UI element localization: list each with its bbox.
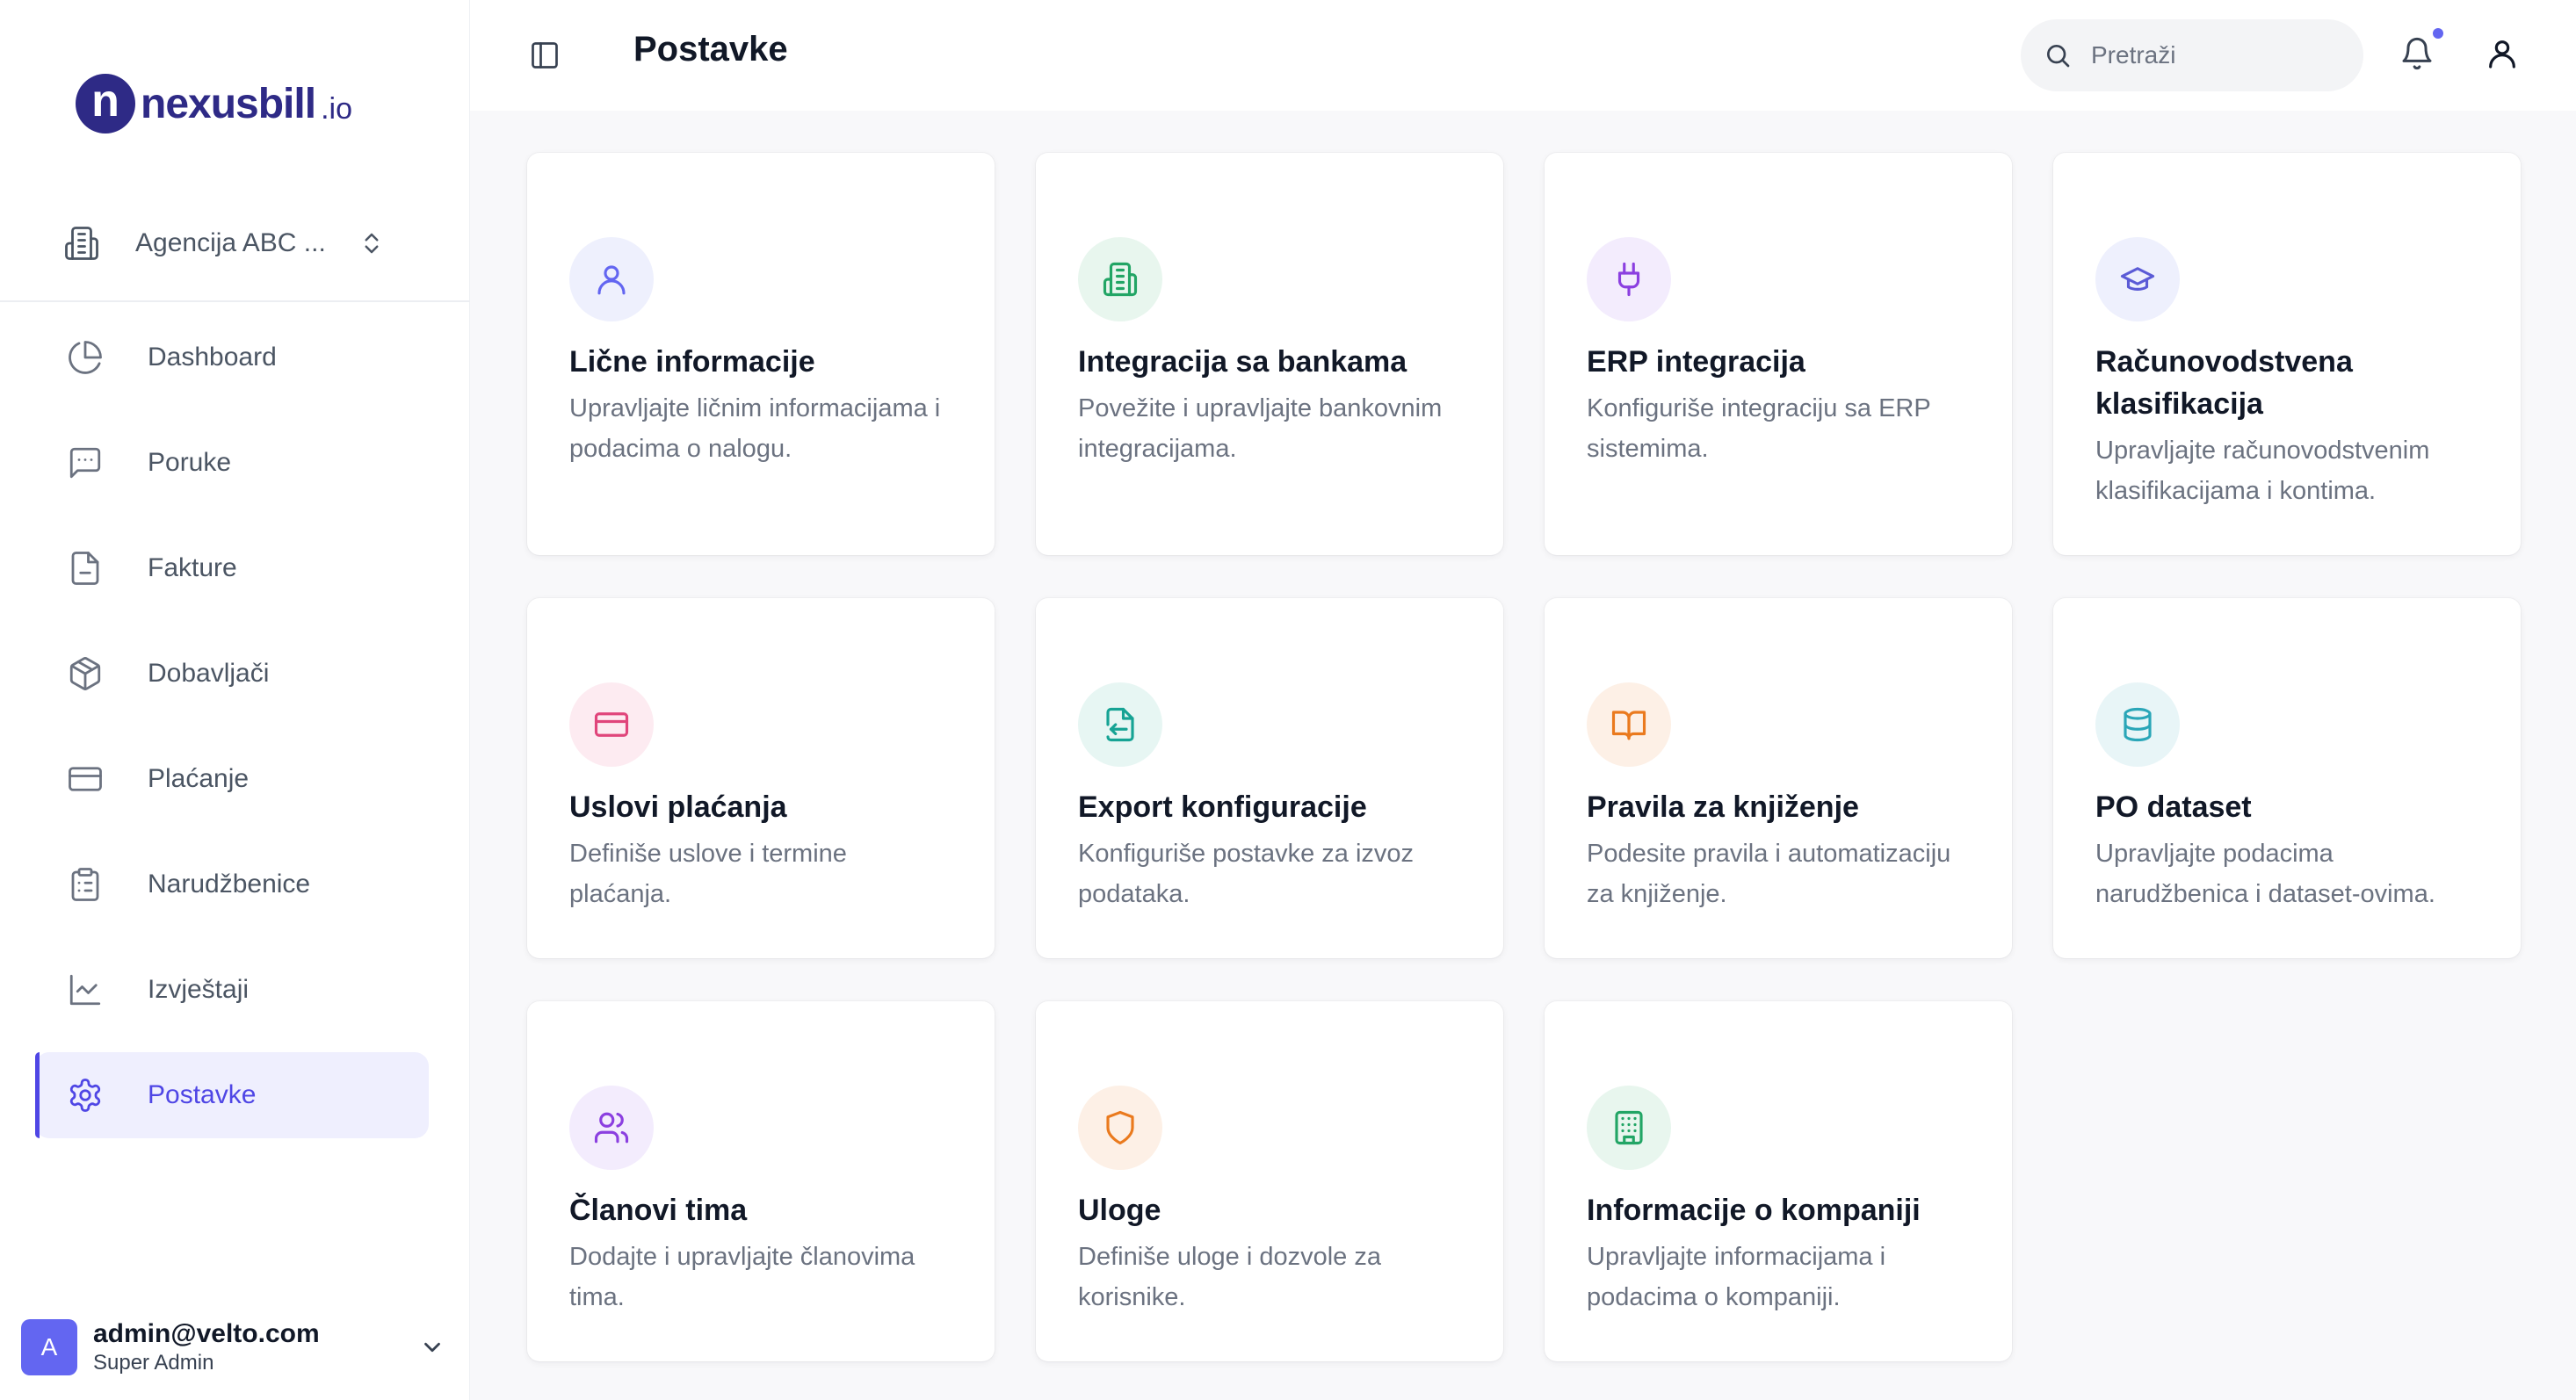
card-title: Pravila za knjiženje: [1587, 790, 1859, 824]
settings-card-uloge[interactable]: Uloge Definiše uloge i dozvole za korisn…: [1036, 1001, 1503, 1361]
search-icon: [2042, 40, 2073, 71]
card-description: Definiše uslove i termine plaćanja.: [569, 840, 847, 908]
card-title: ERP integracija: [1587, 345, 1805, 379]
card-description: Dodajte i upravljajte članovima tima.: [569, 1243, 915, 1311]
chevrons-up-down-icon: [358, 230, 385, 256]
card-title: PO dataset: [2095, 790, 2252, 824]
card-description: Upravljajte informacijama i podacima o k…: [1587, 1243, 1886, 1311]
card-description: Upravljajte ličnim informacijama i podac…: [569, 394, 941, 463]
message-icon: [65, 443, 105, 483]
sidebar-item-label: Plaćanje: [148, 764, 250, 793]
settings-card-informacije-o-kompaniji[interactable]: Informacije o kompaniji Upravljajte info…: [1545, 1001, 2012, 1361]
office-building-icon: [1587, 1086, 1671, 1170]
organization-name: Agencija ABC ...: [135, 228, 326, 257]
card-title: Uloge: [1078, 1194, 1161, 1227]
sidebar-nav: Dashboard Poruke Fakture Dobavljači Plać…: [35, 314, 429, 1158]
card-title: Lične informacije: [569, 345, 815, 379]
sidebar-item-label: Dashboard: [148, 343, 277, 372]
user-icon: [569, 237, 654, 321]
settings-card-erp-integracija[interactable]: ERP integracija Konfiguriše integraciju …: [1545, 153, 2012, 555]
logo-tld: .io: [321, 91, 352, 126]
sidebar-item-label: Postavke: [148, 1080, 257, 1109]
user-info: admin@velto.com Super Admin: [93, 1318, 415, 1376]
sidebar-item-label: Narudžbenice: [148, 870, 311, 898]
card-description: Konfiguriše postavke za izvoz podataka.: [1078, 840, 1415, 908]
organization-switcher[interactable]: Agencija ABC ...: [35, 207, 413, 279]
credit-card-icon: [569, 682, 654, 767]
plug-icon: [1587, 237, 1671, 321]
card-description: Konfiguriše integraciju sa ERP sistemima…: [1587, 394, 1931, 463]
sidebar-item-fakture[interactable]: Fakture: [35, 525, 429, 611]
pie-chart-icon: [65, 337, 105, 378]
credit-card-icon: [65, 759, 105, 799]
card-description: Definiše uloge i dozvole za korisnike.: [1078, 1243, 1381, 1311]
user-icon[interactable]: [2482, 33, 2522, 74]
card-title: Export konfiguracije: [1078, 790, 1367, 824]
top-header: Postavke: [470, 0, 2576, 111]
card-description: Povežite i upravljajte bankovnim integra…: [1078, 394, 1443, 463]
sidebar-item-label: Izvještaji: [148, 975, 250, 1004]
page-title: Postavke: [633, 30, 788, 69]
card-title: Informacije o kompaniji: [1587, 1194, 1921, 1227]
sidebar-item-label: Dobavljači: [148, 659, 270, 688]
sidebar: n nexusbill .io Agencija ABC ... Dashboa…: [0, 0, 470, 1400]
line-chart-icon: [65, 970, 105, 1010]
logo-name: nexusbill: [141, 80, 316, 127]
user-role: Super Admin: [93, 1351, 214, 1375]
card-title: Računovodstvena klasifikacija: [2095, 345, 2353, 421]
file-icon: [65, 548, 105, 588]
sidebar-item-dashboard[interactable]: Dashboard: [35, 314, 429, 401]
sidebar-toggle-icon[interactable]: [526, 37, 563, 74]
card-description: Upravljajte podacima narudžbenica i data…: [2095, 840, 2435, 908]
settings-card-racunovodstvena-klasifikacija[interactable]: Računovodstvena klasifikacija Upravljajt…: [2053, 153, 2521, 555]
book-open-icon: [1587, 682, 1671, 767]
card-title: Članovi tima: [569, 1194, 748, 1227]
user-menu[interactable]: A admin@velto.com Super Admin: [21, 1319, 450, 1375]
sidebar-item-label: Poruke: [148, 448, 232, 477]
settings-card-pravila-za-knjizenje[interactable]: Pravila za knjiženje Podesite pravila i …: [1545, 598, 2012, 958]
search-input[interactable]: [2091, 41, 2346, 69]
sidebar-item-narudzbenice[interactable]: Narudžbenice: [35, 841, 429, 927]
sidebar-item-dobavljaci[interactable]: Dobavljači: [35, 631, 429, 717]
building-icon: [63, 225, 100, 262]
users-icon: [569, 1086, 654, 1170]
sidebar-item-poruke[interactable]: Poruke: [35, 420, 429, 506]
settings-card-export-konfiguracije[interactable]: Export konfiguracije Konfiguriše postavk…: [1036, 598, 1503, 958]
notification-dot: [2433, 28, 2443, 39]
card-description: Upravljajte računovodstvenim klasifikaci…: [2095, 437, 2430, 505]
clipboard-icon: [65, 864, 105, 905]
gear-icon: [65, 1075, 105, 1115]
card-title: Integracija sa bankama: [1078, 345, 1407, 379]
bank-building-icon: [1078, 237, 1162, 321]
user-email: admin@velto.com: [93, 1319, 320, 1348]
sidebar-item-izvjestaji[interactable]: Izvještaji: [35, 947, 429, 1033]
file-export-icon: [1078, 682, 1162, 767]
search-box[interactable]: [2021, 19, 2363, 91]
chevron-down-icon[interactable]: [415, 1330, 450, 1365]
settings-card-uslovi-placanja[interactable]: Uslovi plaćanja Definiše uslove i termin…: [527, 598, 995, 958]
logo-mark: n: [76, 74, 135, 134]
sidebar-item-placanje[interactable]: Plaćanje: [35, 736, 429, 822]
bell-icon[interactable]: [2398, 33, 2436, 74]
card-title: Uslovi plaćanja: [569, 790, 787, 824]
settings-card-po-dataset[interactable]: PO dataset Upravljajte podacima narudžbe…: [2053, 598, 2521, 958]
sidebar-item-label: Fakture: [148, 553, 237, 582]
sidebar-divider: [0, 300, 470, 302]
card-description: Podesite pravila i automatizaciju za knj…: [1587, 840, 1951, 908]
settings-card-integracija-sa-bankama[interactable]: Integracija sa bankama Povežite i upravl…: [1036, 153, 1503, 555]
brand-logo[interactable]: n nexusbill .io: [76, 72, 352, 135]
settings-card-clanovi-tima[interactable]: Članovi tima Dodajte i upravljajte člano…: [527, 1001, 995, 1361]
shield-icon: [1078, 1086, 1162, 1170]
database-icon: [2095, 682, 2180, 767]
graduation-cap-icon: [2095, 237, 2180, 321]
package-icon: [65, 653, 105, 694]
sidebar-item-postavke[interactable]: Postavke: [35, 1052, 429, 1138]
avatar: A: [21, 1319, 77, 1375]
settings-card-licne-informacije[interactable]: Lične informacije Upravljajte ličnim inf…: [527, 153, 995, 555]
